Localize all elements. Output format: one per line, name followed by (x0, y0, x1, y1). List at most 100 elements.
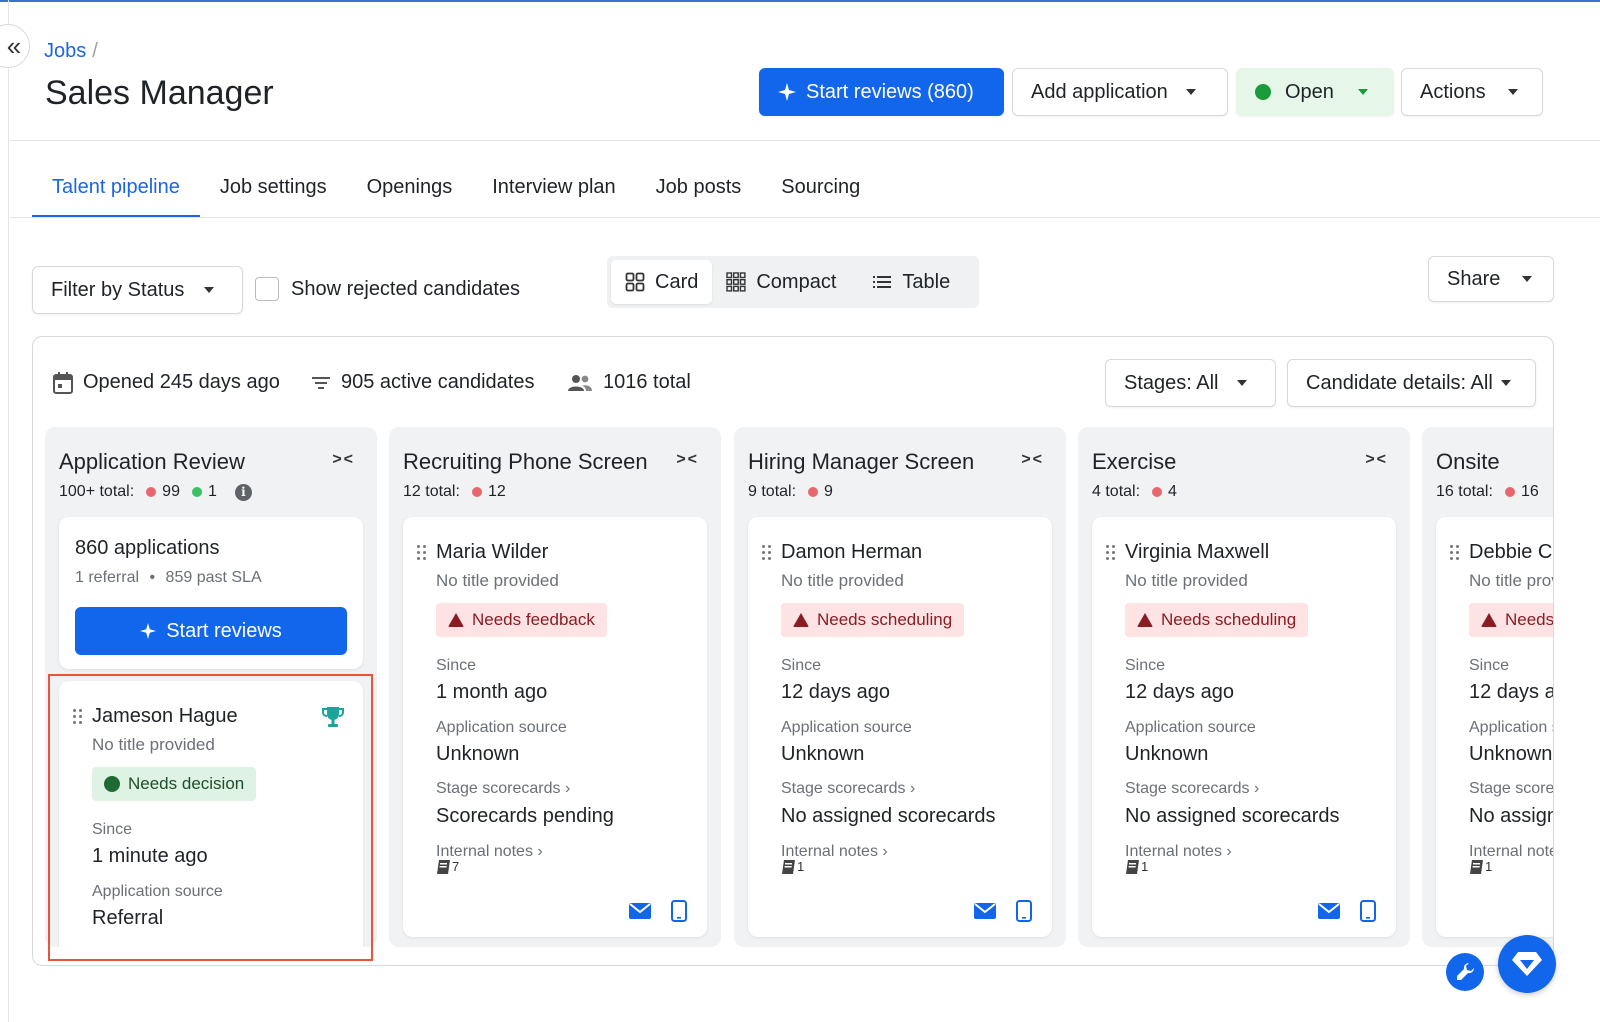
candidate-name[interactable]: Damon Herman (781, 541, 922, 564)
active-candidates-stat: 905 active candidates (311, 371, 534, 394)
tab-interview-plan[interactable]: Interview plan (472, 160, 635, 218)
collapse-column-icon[interactable]: >< (1365, 451, 1388, 469)
stage-total-label: 16 total: (1436, 483, 1493, 500)
application-source-value: Unknown (1469, 743, 1553, 765)
stage-title: Onsite (1436, 449, 1500, 474)
diamond-icon (1512, 952, 1542, 976)
phone-icon[interactable] (671, 900, 687, 922)
candidate-card[interactable]: Maria Wilder No title provided Needs fee… (403, 517, 707, 937)
stage-scorecards-link[interactable]: Stage scorecards › (1125, 780, 1259, 798)
warning-icon (1137, 613, 1153, 627)
view-toggle: Card Compact Table (607, 256, 979, 308)
info-icon[interactable]: i (234, 483, 252, 501)
view-table-button[interactable]: Table (858, 260, 964, 304)
candidate-card[interactable]: Virginia Maxwell No title provided Needs… (1092, 517, 1396, 937)
stages-dropdown[interactable]: Stages: All (1105, 359, 1276, 407)
mail-icon[interactable] (974, 903, 996, 919)
drag-handle-icon[interactable] (73, 709, 83, 725)
tab-openings[interactable]: Openings (347, 160, 473, 218)
notes-indicator[interactable]: 1 (1125, 859, 1148, 875)
candidate-card[interactable]: Debbie C No title provided Needs schedul… (1436, 517, 1553, 937)
caret-down-icon (1357, 89, 1368, 95)
phone-icon[interactable] (1360, 900, 1376, 922)
stage-scorecards-link[interactable]: Stage scorecards › (436, 780, 570, 798)
compact-grid-icon (726, 272, 746, 292)
application-source-value: Unknown (436, 743, 520, 765)
candidate-title: No title provided (1469, 571, 1553, 590)
tab-talent-pipeline[interactable]: Talent pipeline (32, 160, 200, 218)
tab-job-settings[interactable]: Job settings (200, 160, 347, 218)
drag-handle-icon[interactable] (762, 545, 772, 561)
drag-handle-icon[interactable] (417, 545, 427, 561)
caret-down-icon (1185, 89, 1196, 95)
candidate-name[interactable]: Jameson Hague (92, 705, 238, 728)
phone-icon[interactable] (1016, 900, 1032, 922)
total-candidates-stat: 1016 total (567, 371, 691, 394)
drag-handle-icon[interactable] (1450, 545, 1460, 561)
since-label: Since (781, 657, 822, 674)
stage-scorecards-link[interactable]: Stage scorecards › (1469, 780, 1553, 798)
sidebar-collapse-button[interactable]: « (0, 24, 30, 68)
red-count: 4 (1168, 483, 1177, 500)
tab-sourcing[interactable]: Sourcing (761, 160, 880, 218)
assistant-button[interactable] (1498, 935, 1556, 993)
application-source-value: Unknown (781, 743, 865, 765)
show-rejected-label[interactable]: Show rejected candidates (291, 278, 520, 301)
candidate-name[interactable]: Maria Wilder (436, 541, 548, 564)
warning-icon (1481, 613, 1497, 627)
candidate-card[interactable]: Jameson Hague No title provided Needs de… (59, 681, 363, 947)
candidate-title: No title provided (1125, 571, 1248, 590)
candidate-name[interactable]: Debbie C (1469, 541, 1552, 564)
notebook-icon (782, 860, 795, 874)
caret-down-icon (1507, 89, 1518, 95)
notes-indicator[interactable]: 7 (436, 859, 459, 875)
candidate-details-dropdown[interactable]: Candidate details: All (1287, 359, 1536, 407)
people-icon (568, 374, 592, 391)
mail-icon[interactable] (1318, 903, 1340, 919)
filter-by-status-dropdown[interactable]: Filter by Status (32, 266, 243, 314)
add-application-button[interactable]: Add application (1012, 68, 1228, 116)
wrench-icon (1457, 962, 1475, 980)
total-candidates-label: 1016 total (603, 371, 691, 393)
trophy-icon (322, 707, 344, 727)
show-rejected-checkbox[interactable] (255, 277, 279, 301)
actions-label: Actions (1420, 80, 1486, 103)
stage-title: Exercise (1092, 449, 1177, 474)
stage-scorecards-link[interactable]: Stage scorecards › (781, 780, 915, 798)
drag-handle-icon[interactable] (1106, 545, 1116, 561)
breadcrumb-jobs-link[interactable]: Jobs (44, 40, 86, 62)
start-reviews-button[interactable]: Start reviews (860) (759, 68, 1004, 116)
share-dropdown[interactable]: Share (1428, 256, 1554, 302)
tab-job-posts[interactable]: Job posts (636, 160, 762, 218)
collapse-column-icon[interactable]: >< (676, 451, 699, 469)
notes-indicator[interactable]: 1 (781, 859, 804, 875)
start-reviews-column-button[interactable]: Start reviews (75, 607, 347, 655)
review-meta: 1 referral • 859 past SLA (75, 569, 262, 587)
view-card-button[interactable]: Card (611, 260, 713, 304)
since-label: Since (1469, 657, 1510, 674)
candidate-name[interactable]: Virginia Maxwell (1125, 541, 1269, 564)
filter-by-status-label: Filter by Status (51, 278, 185, 301)
mail-icon[interactable] (629, 903, 651, 919)
tabs-divider (10, 217, 1600, 218)
stage-scorecards-value: No assigned scorecards (1469, 805, 1553, 827)
status-badge: Needs scheduling (781, 603, 965, 637)
collapse-column-icon[interactable]: >< (332, 451, 355, 469)
job-tabs: Talent pipeline Job settings Openings In… (32, 160, 880, 218)
tools-button[interactable] (1446, 953, 1484, 991)
actions-dropdown[interactable]: Actions (1401, 68, 1543, 116)
list-icon (873, 276, 892, 288)
red-count: 9 (824, 483, 833, 500)
stage-column-application-review: Application Review >< 100+ total: 99 1 i… (45, 427, 377, 947)
job-status-dropdown[interactable]: Open (1236, 68, 1394, 116)
pipeline-board: Opened 245 days ago 905 active candidate… (32, 336, 1554, 966)
stage-counts: 16 total: 16 (1436, 483, 1539, 501)
candidate-card[interactable]: Damon Herman No title provided Needs sch… (748, 517, 1052, 937)
red-count: 99 (162, 483, 180, 500)
stage-total-label: 100+ total: (59, 483, 135, 500)
notes-indicator[interactable]: 1 (1469, 859, 1492, 875)
view-compact-button[interactable]: Compact (712, 260, 850, 304)
stages-label: Stages: All (1124, 371, 1219, 394)
status-badge-label: Needs scheduling (817, 610, 953, 629)
collapse-column-icon[interactable]: >< (1021, 451, 1044, 469)
